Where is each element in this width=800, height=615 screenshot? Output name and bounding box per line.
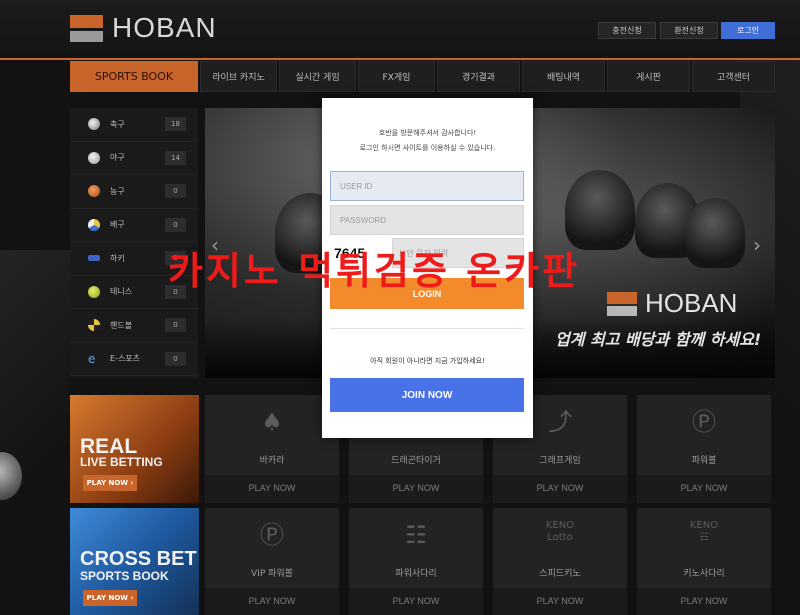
volleyball-icon — [88, 218, 100, 231]
promo-cross-bet[interactable]: CROSS BET SPORTS BOOK PLAY NOW › — [70, 508, 199, 615]
play-now-link[interactable]: PLAY NOW — [205, 483, 339, 493]
banner-logo: HOBAN — [607, 288, 737, 319]
card-icon: ♠ — [261, 408, 283, 436]
nav-bet-history[interactable]: 배팅내역 — [522, 61, 605, 92]
esports-icon: e — [88, 351, 96, 366]
sidebar-item-label: 축구 — [110, 119, 125, 129]
nav-sports-book[interactable]: SPORTS BOOK — [70, 61, 198, 92]
powerball-icon: Ⓟ — [692, 408, 716, 436]
game-name: 파워볼 — [691, 456, 717, 466]
site-logo[interactable]: HOBAN — [70, 12, 217, 44]
overlay-watermark-text: 카지노 먹튀검증 온카판 — [168, 249, 581, 293]
logo-mark-icon — [607, 291, 637, 316]
logo-text: HOBAN — [112, 12, 217, 43]
promo-subtitle: LIVE BETTING — [80, 455, 163, 469]
sidebar-item-label: E-스포츠 — [110, 354, 141, 364]
game-name: 키노사다리 — [683, 569, 725, 579]
userid-input[interactable]: USER ID — [330, 171, 524, 201]
game-name: 바카라 — [259, 456, 285, 466]
site-header: HOBAN 충전신청 환전신청 로그인 — [0, 0, 800, 60]
sidebar-item-esports[interactable]: e E-스포츠 0 — [70, 343, 198, 376]
play-now-button[interactable]: PLAY NOW › — [83, 590, 137, 606]
game-tile-vip-powerball[interactable]: Ⓟ VIP 파워볼 PLAY NOW — [205, 508, 339, 615]
play-now-link[interactable]: PLAY NOW — [349, 596, 483, 606]
login-button[interactable]: 로그인 — [721, 22, 775, 39]
football-player-image — [565, 170, 635, 250]
play-now-link[interactable]: PLAY NOW — [349, 483, 483, 493]
keno-lotto-icon: KENO Lotto — [545, 520, 575, 543]
sidebar-item-baseball[interactable]: 야구 14 — [70, 142, 198, 175]
nav-game-results[interactable]: 경기결과 — [437, 61, 520, 92]
join-note: 아직 회원이 아니라면 지금 가입하세요! — [370, 357, 485, 365]
sidebar-item-label: 배구 — [110, 220, 125, 230]
tennis-ball-icon — [88, 285, 100, 298]
play-now-link[interactable]: PLAY NOW — [205, 596, 339, 606]
join-now-button[interactable]: JOIN NOW — [330, 378, 524, 412]
deposit-request-button[interactable]: 충전신청 — [598, 22, 656, 39]
sidebar-item-handball[interactable]: 핸드볼 0 — [70, 309, 198, 343]
game-tile-speed-keno[interactable]: KENO Lotto 스피드키노 PLAY NOW — [493, 508, 627, 615]
nav-fx-game[interactable]: FX게임 — [358, 61, 435, 92]
main-nav: SPORTS BOOK 라이브 카지노 실시간 게임 FX게임 경기결과 배팅내… — [70, 61, 775, 92]
football-player-image — [685, 198, 745, 268]
password-input[interactable]: PASSWORD — [330, 205, 524, 235]
play-now-link[interactable]: PLAY NOW — [637, 596, 771, 606]
game-name: 그래프게임 — [539, 456, 581, 466]
game-tile-power-ladder[interactable]: ☷ 파워사다리 PLAY NOW — [349, 508, 483, 615]
modal-welcome-text: 호반을 방문해주셔서 감사합니다! — [378, 129, 477, 137]
banner-slogan: 업계 최고 배당과 함께 하세요! — [555, 330, 762, 349]
promo-subtitle: SPORTS BOOK — [80, 569, 169, 583]
event-count-badge: 14 — [165, 150, 186, 165]
ladder-icon: ☷ — [405, 521, 427, 549]
nav-live-casino[interactable]: 라이브 카지노 — [200, 61, 277, 92]
game-name: VIP 파워볼 — [251, 569, 293, 579]
basketball-icon — [88, 185, 100, 198]
handball-icon — [88, 319, 100, 332]
keno-ladder-icon: KENO ☷ — [689, 520, 719, 543]
nav-customer-center[interactable]: 고객센터 — [692, 61, 775, 92]
sidebar-item-volleyball[interactable]: 배구 0 — [70, 209, 198, 242]
game-tile-powerball[interactable]: Ⓟ 파워볼 PLAY NOW — [637, 395, 771, 503]
play-now-link[interactable]: PLAY NOW — [493, 596, 627, 606]
sidebar-item-label: 농구 — [110, 186, 125, 196]
game-name: 스피드키노 — [539, 569, 581, 579]
game-tile-baccarat[interactable]: ♠ 바카라 PLAY NOW — [205, 395, 339, 503]
play-now-link[interactable]: PLAY NOW — [493, 483, 627, 493]
play-now-button[interactable]: PLAY NOW › — [83, 475, 137, 491]
powerball-icon: Ⓟ — [260, 521, 284, 549]
event-count-badge: 18 — [165, 117, 186, 132]
modal-divider — [330, 328, 524, 329]
nav-board[interactable]: 게시판 — [607, 61, 690, 92]
game-name: 파워사다리 — [395, 569, 437, 579]
graph-icon: ⤴ — [548, 408, 572, 436]
withdraw-request-button[interactable]: 환전신청 — [660, 22, 718, 39]
nav-realtime-game[interactable]: 실시간 게임 — [279, 61, 356, 92]
promo-real-live-betting[interactable]: REAL LIVE BETTING PLAY NOW › — [70, 395, 199, 503]
sidebar-item-label: 핸드볼 — [110, 320, 133, 330]
game-name: 드래곤타이거 — [391, 456, 441, 466]
banner-logo-text: HOBAN — [645, 288, 738, 318]
event-count-badge: 0 — [165, 351, 186, 366]
background-streak — [0, 250, 70, 570]
promo-title: CROSS BET — [80, 548, 197, 570]
sidebar-item-soccer[interactable]: 축구 18 — [70, 108, 198, 142]
game-tile-keno-ladder[interactable]: KENO ☷ 키노사다리 PLAY NOW — [637, 508, 771, 615]
hockey-icon — [88, 255, 100, 262]
soccer-ball-icon — [88, 118, 100, 131]
sidebar-item-label: 하키 — [110, 253, 125, 263]
baseball-icon — [88, 151, 100, 164]
modal-subtitle: 로그인 하시면 사이트를 이용하실 수 있습니다. — [359, 144, 496, 152]
banner-next-arrow-icon[interactable]: › — [753, 233, 761, 257]
event-count-badge: 0 — [165, 217, 186, 232]
logo-mark-icon — [70, 14, 103, 42]
sidebar-item-label: 야구 — [110, 153, 125, 163]
play-now-link[interactable]: PLAY NOW — [637, 483, 771, 493]
event-count-badge: 0 — [165, 318, 186, 333]
event-count-badge: 0 — [165, 184, 186, 199]
sidebar-item-basketball[interactable]: 농구 0 — [70, 175, 198, 209]
sidebar-item-label: 테니스 — [110, 287, 133, 297]
